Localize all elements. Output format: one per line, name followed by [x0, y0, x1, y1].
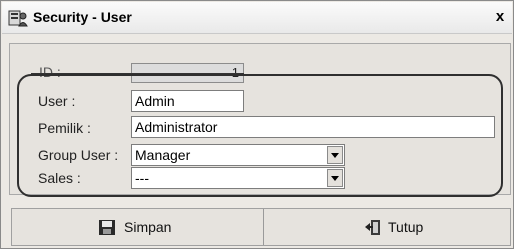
close-button-label: Tutup — [388, 219, 424, 235]
owner-label: Pemilik : — [38, 120, 91, 136]
window-title: Security - User — [33, 9, 132, 25]
close-button[interactable]: Tutup — [264, 209, 510, 245]
close-window-button[interactable]: x — [492, 8, 508, 26]
chevron-down-icon[interactable] — [327, 146, 343, 164]
owner-input[interactable]: Administrator — [131, 116, 495, 138]
user-input[interactable]: Admin — [131, 90, 244, 112]
group-user-label: Group User : — [38, 147, 119, 163]
floppy-disk-icon — [99, 220, 115, 235]
user-label: User : — [38, 93, 76, 109]
button-bar: Simpan Tutup — [11, 208, 511, 246]
group-user-select[interactable]: Manager — [131, 144, 345, 166]
chevron-down-icon[interactable] — [327, 169, 343, 187]
title-bar: Security - User x — [2, 2, 512, 34]
security-user-icon — [8, 10, 28, 27]
sales-selected-value: --- — [135, 170, 149, 186]
save-button-label: Simpan — [124, 219, 172, 235]
group-user-selected-value: Manager — [135, 147, 191, 163]
security-user-window: Security - User x ID : 1 User : Admin Pe… — [0, 0, 514, 249]
sales-label: Sales : — [38, 170, 81, 186]
save-button[interactable]: Simpan — [12, 209, 264, 245]
sales-select[interactable]: --- — [131, 167, 345, 189]
exit-door-icon — [365, 220, 380, 235]
